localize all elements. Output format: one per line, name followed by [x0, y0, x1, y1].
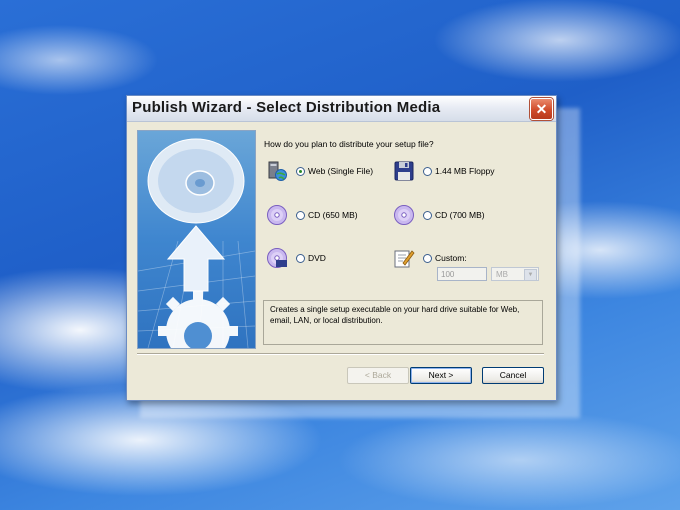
custom-unit-select[interactable]: MB ▼	[491, 267, 539, 281]
option-custom[interactable]: Custom:	[393, 247, 467, 269]
cd-disc-icon	[267, 205, 287, 225]
option-cd-650[interactable]: CD (650 MB)	[266, 204, 358, 226]
wizard-content: How do you plan to distribute your setup…	[127, 122, 556, 400]
option-description: Creates a single setup executable on you…	[263, 300, 543, 345]
next-button[interactable]: Next >	[410, 367, 472, 384]
option-label: DVD	[308, 253, 326, 263]
publish-wizard-dialog: Publish Wizard - Select Distribution Med…	[126, 95, 557, 401]
custom-unit-value: MB	[496, 270, 508, 279]
radio-web-single-file[interactable]	[296, 166, 305, 176]
option-dvd[interactable]: DVD	[266, 247, 326, 269]
radio-cd-650[interactable]	[296, 210, 305, 220]
chevron-down-icon: ▼	[524, 269, 537, 281]
back-button[interactable]: < Back	[347, 367, 409, 384]
button-divider	[137, 353, 544, 355]
distribution-prompt: How do you plan to distribute your setup…	[264, 139, 434, 149]
custom-size-input[interactable]: 100	[437, 267, 487, 281]
option-label: CD (700 MB)	[435, 210, 485, 220]
cancel-button[interactable]: Cancel	[482, 367, 544, 384]
option-label: Web (Single File)	[308, 166, 374, 176]
web-server-icon	[268, 161, 287, 181]
radio-dvd[interactable]	[296, 253, 305, 263]
option-floppy[interactable]: 1.44 MB Floppy	[393, 160, 495, 182]
wizard-banner-art	[138, 138, 255, 348]
window-title: Publish Wizard - Select Distribution Med…	[132, 99, 441, 116]
close-button[interactable]: ✕	[530, 98, 553, 120]
option-label: CD (650 MB)	[308, 210, 358, 220]
cd-disc-icon	[394, 205, 414, 225]
close-icon: ✕	[535, 101, 548, 117]
radio-cd-700[interactable]	[423, 210, 432, 220]
dvd-disc-icon	[267, 248, 287, 268]
floppy-disk-icon	[394, 161, 414, 181]
radio-custom[interactable]	[423, 253, 432, 263]
custom-size-row: 100 MB ▼	[437, 267, 539, 281]
radio-floppy[interactable]	[423, 166, 432, 176]
option-cd-700[interactable]: CD (700 MB)	[393, 204, 485, 226]
wizard-banner	[137, 130, 256, 349]
custom-edit-icon	[394, 250, 415, 268]
option-label: Custom:	[435, 253, 467, 263]
option-label: 1.44 MB Floppy	[435, 166, 495, 176]
option-web-single-file[interactable]: Web (Single File)	[266, 160, 373, 182]
title-bar[interactable]: Publish Wizard - Select Distribution Med…	[127, 96, 556, 122]
